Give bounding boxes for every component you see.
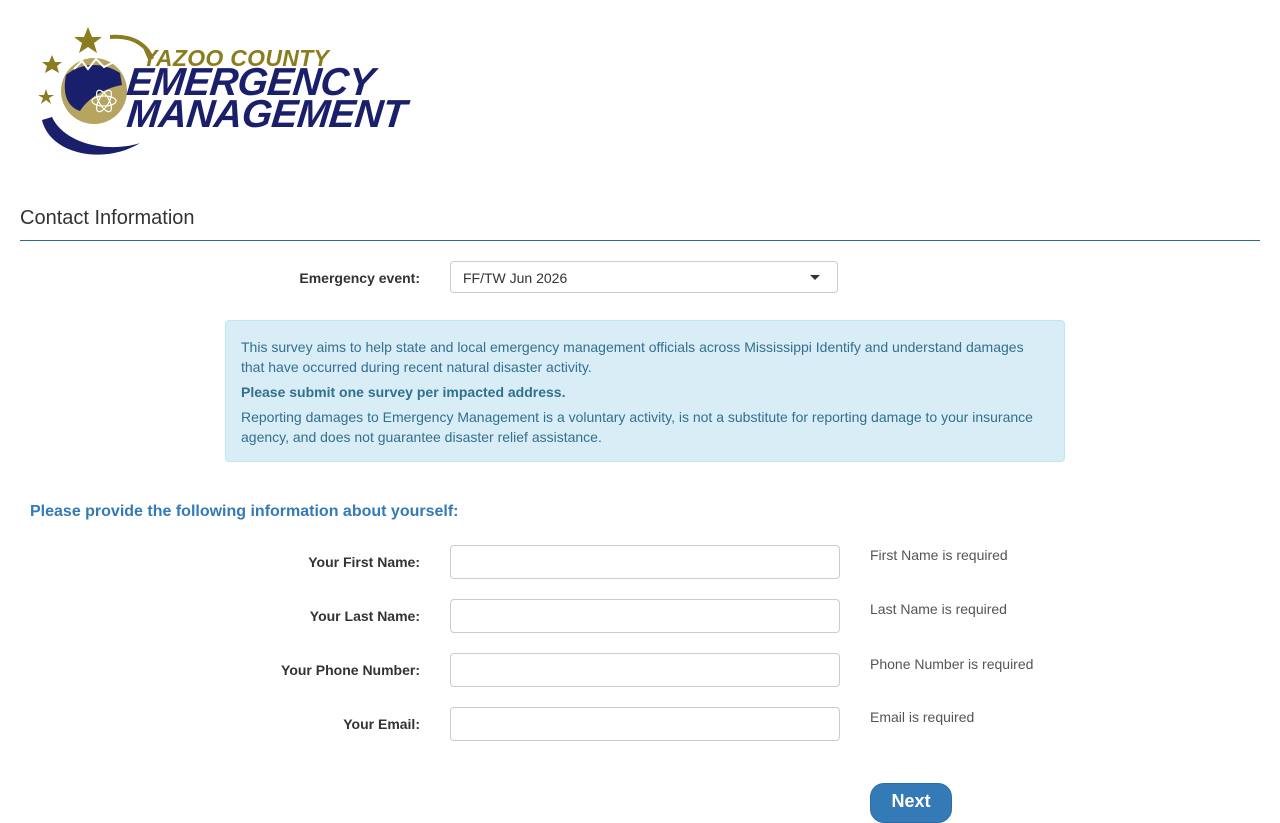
last-name-help: Last Name is required	[870, 601, 1007, 617]
personal-info-heading: Please provide the following information…	[30, 503, 459, 520]
star-icon	[42, 55, 62, 73]
logo-management-text: MANAGEMENT	[124, 93, 409, 136]
section-title: Contact Information	[20, 207, 195, 229]
county-logo: YAZOO COUNTY EMERGENCY MANAGEMENT	[30, 25, 408, 165]
info-paragraph-disclaimer: Reporting damages to Emergency Managemen…	[241, 409, 1033, 445]
email-label: Your Email:	[343, 716, 420, 732]
next-button[interactable]: Next	[870, 783, 952, 823]
event-label: Emergency event:	[299, 270, 420, 286]
phone-input[interactable]	[450, 653, 840, 687]
phone-label: Your Phone Number:	[281, 662, 420, 678]
info-paragraph-purpose: This survey aims to help state and local…	[241, 339, 1024, 375]
star-icon	[38, 89, 54, 104]
first-name-help: First Name is required	[870, 547, 1008, 563]
survey-info-alert: This survey aims to help state and local…	[225, 320, 1065, 462]
email-help: Email is required	[870, 709, 975, 725]
first-name-label: Your First Name:	[308, 554, 420, 570]
email-input[interactable]	[450, 707, 840, 741]
event-selected-value: FF/TW Jun 2026	[463, 270, 568, 286]
phone-help: Phone Number is required	[870, 656, 1034, 672]
dropdown-caret-icon	[810, 275, 820, 280]
info-paragraph-instruction: Please submit one survey per impacted ad…	[241, 384, 566, 400]
star-icon	[74, 27, 102, 53]
last-name-label: Your Last Name:	[309, 608, 420, 624]
first-name-input[interactable]	[450, 545, 840, 579]
last-name-input[interactable]	[450, 599, 840, 633]
section-divider	[20, 240, 1260, 241]
emergency-event-select[interactable]: FF/TW Jun 2026	[450, 261, 838, 293]
